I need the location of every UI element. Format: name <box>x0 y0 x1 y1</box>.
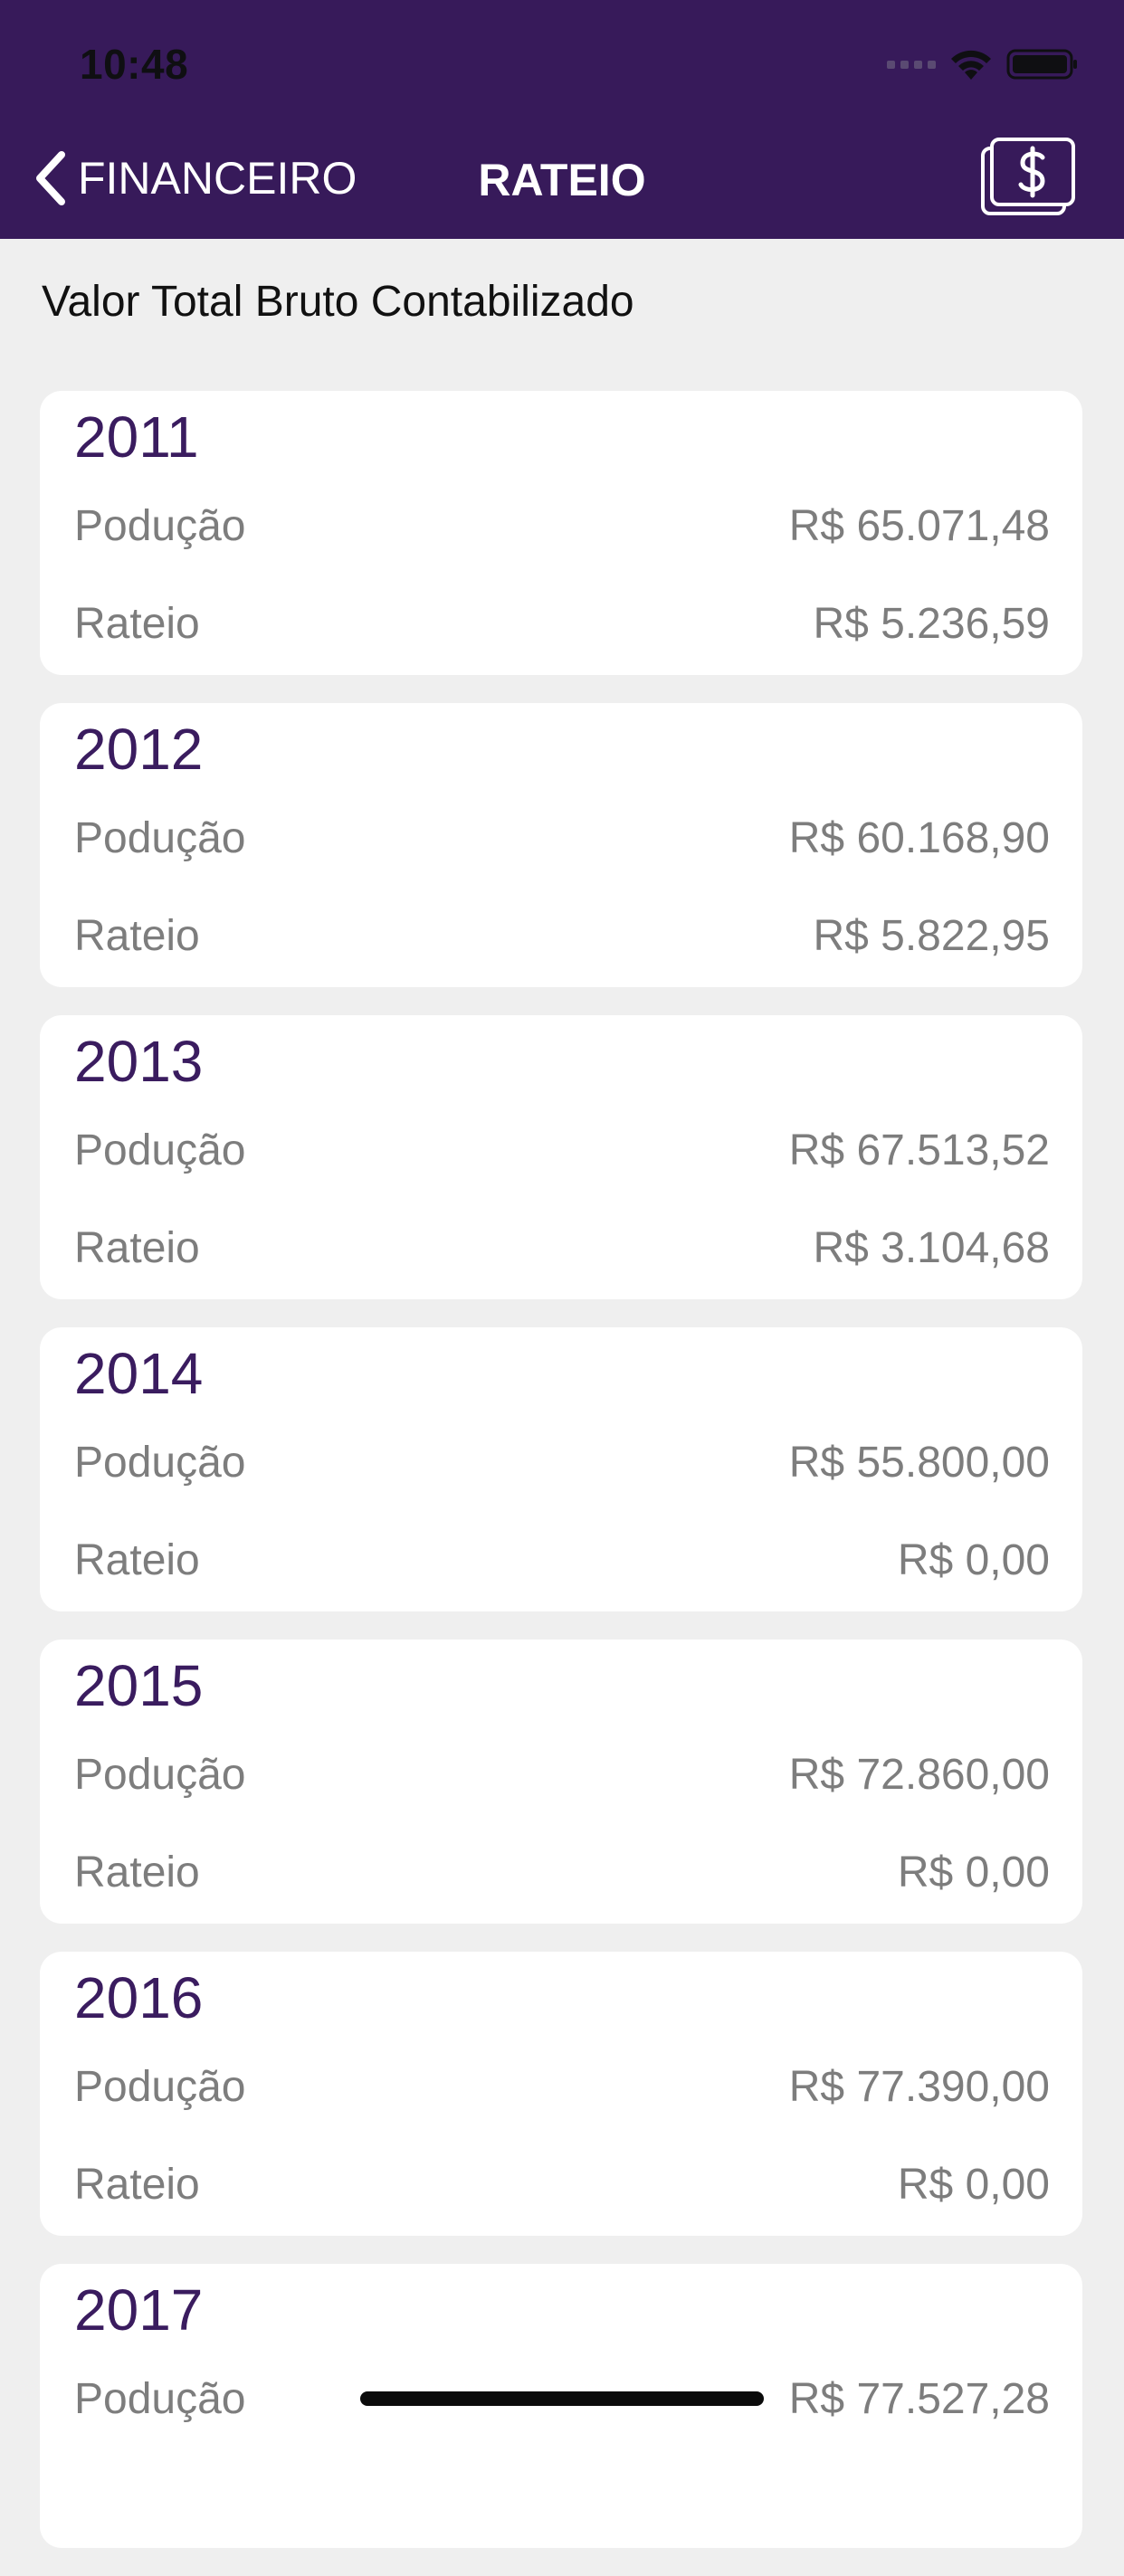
year-card[interactable]: 2016 Podução R$ 77.390,00 Rateio R$ 0,00 <box>40 1952 1082 2236</box>
year-card[interactable]: 2013 Podução R$ 67.513,52 Rateio R$ 3.10… <box>40 1015 1082 1299</box>
back-button[interactable]: FINANCEIRO <box>33 147 357 210</box>
rateio-row: Rateio R$ 0,00 <box>74 2160 1050 2210</box>
home-indicator[interactable] <box>360 2391 764 2406</box>
card-year: 2012 <box>74 717 204 782</box>
production-label: Podução <box>74 1751 246 1799</box>
money-bill-button[interactable] <box>977 136 1079 219</box>
rateio-label: Rateio <box>74 1849 200 1896</box>
production-value: R$ 77.390,00 <box>788 2063 1050 2111</box>
production-value: R$ 77.527,28 <box>788 2375 1050 2423</box>
production-label: Podução <box>74 814 246 862</box>
rateio-value: R$ 0,00 <box>897 2161 1050 2209</box>
production-label: Podução <box>74 2063 246 2111</box>
rateio-row: Rateio R$ 3.104,68 <box>74 1223 1050 1273</box>
rateio-row: Rateio R$ 0,00 <box>74 1848 1050 1897</box>
rateio-row: Rateio R$ 5.822,95 <box>74 911 1050 961</box>
navbar: FINANCEIRO RATEIO <box>0 136 1124 226</box>
chevron-left-icon <box>36 151 65 205</box>
rateio-label: Rateio <box>74 600 200 648</box>
rateio-label: Rateio <box>74 1536 200 1584</box>
rateio-value: R$ 0,00 <box>897 1849 1050 1896</box>
production-value: R$ 72.860,00 <box>788 1751 1050 1799</box>
back-label: FINANCEIRO <box>78 153 357 204</box>
rateio-value: R$ 0,00 <box>897 1536 1050 1584</box>
production-row: Podução R$ 67.513,52 <box>74 1126 1050 1175</box>
card-year: 2016 <box>74 1965 204 2030</box>
rateio-row: Rateio R$ 0,00 <box>74 1535 1050 1585</box>
production-row: Podução R$ 77.390,00 <box>74 2062 1050 2112</box>
production-label: Podução <box>74 502 246 550</box>
card-year: 2013 <box>74 1029 204 1094</box>
production-row: Podução R$ 55.800,00 <box>74 1438 1050 1488</box>
year-card[interactable]: 2015 Podução R$ 72.860,00 Rateio R$ 0,00 <box>40 1640 1082 1924</box>
year-card[interactable]: 2014 Podução R$ 55.800,00 Rateio R$ 0,00 <box>40 1327 1082 1611</box>
rateio-value: R$ 5.822,95 <box>813 912 1050 960</box>
section-title: Valor Total Bruto Contabilizado <box>42 278 634 326</box>
rateio-label: Rateio <box>74 1224 200 1272</box>
production-label: Podução <box>74 2375 246 2423</box>
app-header: 10:48 FINANCEIRO RATEIO <box>0 0 1124 239</box>
production-value: R$ 67.513,52 <box>788 1126 1050 1174</box>
wifi-icon <box>951 50 991 80</box>
production-value: R$ 65.071,48 <box>788 502 1050 550</box>
year-list: 2011 Podução R$ 65.071,48 Rateio R$ 5.23… <box>40 391 1082 2576</box>
rateio-value: R$ 5.236,59 <box>813 600 1050 648</box>
production-value: R$ 55.800,00 <box>788 1439 1050 1487</box>
rateio-label: Rateio <box>74 2161 200 2209</box>
year-card[interactable]: 2011 Podução R$ 65.071,48 Rateio R$ 5.23… <box>40 391 1082 675</box>
battery-icon <box>1006 49 1077 80</box>
year-card[interactable]: 2012 Podução R$ 60.168,90 Rateio R$ 5.82… <box>40 703 1082 987</box>
signal-icon <box>887 60 936 69</box>
production-label: Podução <box>74 1439 246 1487</box>
production-row: Podução R$ 60.168,90 <box>74 813 1050 863</box>
money-bill-icon <box>981 138 1075 215</box>
rateio-value: R$ 3.104,68 <box>813 1224 1050 1272</box>
rateio-row: Rateio R$ 5.236,59 <box>74 599 1050 649</box>
card-year: 2011 <box>74 404 199 470</box>
card-year: 2015 <box>74 1653 204 1718</box>
year-card[interactable]: 2017 Podução R$ 77.527,28 <box>40 2264 1082 2548</box>
status-time: 10:48 <box>80 41 189 88</box>
status-icons <box>887 47 1079 81</box>
production-label: Podução <box>74 1126 246 1174</box>
production-row: Podução R$ 72.860,00 <box>74 1750 1050 1800</box>
rateio-label: Rateio <box>74 912 200 960</box>
production-row: Podução R$ 65.071,48 <box>74 501 1050 551</box>
card-year: 2017 <box>74 2277 204 2343</box>
card-year: 2014 <box>74 1341 204 1406</box>
production-value: R$ 60.168,90 <box>788 814 1050 862</box>
